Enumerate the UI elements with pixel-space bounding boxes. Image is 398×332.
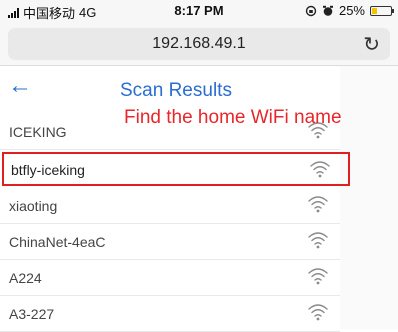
wifi-signal-icon <box>310 161 330 178</box>
wifi-signal-icon <box>308 268 328 285</box>
status-right: 25% <box>305 3 394 18</box>
browser-url-bar: 192.168.49.1 ↻ <box>0 22 398 66</box>
scan-results-panel: ← Scan Results ICEKING btfly-iceking xiaot… <box>0 66 350 332</box>
wifi-signal-icon <box>308 304 328 321</box>
reload-icon[interactable]: ↻ <box>363 32 380 57</box>
page-header: ← Scan Results <box>0 66 340 110</box>
status-bar: 中国移动 4G 8:17 PM 25% <box>0 0 398 22</box>
network-name: ICEKING <box>9 124 67 140</box>
url-text[interactable]: 192.168.49.1 <box>8 35 390 53</box>
highlighted-network-row[interactable]: btfly-iceking <box>2 152 350 186</box>
network-row[interactable]: ChinaNet-4eaC <box>0 224 340 260</box>
wifi-signal-icon <box>308 232 328 249</box>
annotation-text: Find the home WiFi name <box>124 107 342 128</box>
alarm-icon <box>322 5 333 16</box>
network-row[interactable]: A224 <box>0 260 340 296</box>
page-title: Scan Results <box>120 80 232 101</box>
wifi-signal-icon <box>308 196 328 213</box>
network-row[interactable]: A3-227 <box>0 296 340 332</box>
back-arrow-icon[interactable]: ← <box>8 74 32 98</box>
battery-level-fill <box>372 7 377 14</box>
page-body: ← Scan Results ICEKING btfly-iceking xiaot… <box>0 66 398 332</box>
battery-icon <box>370 5 394 16</box>
network-name: ChinaNet-4eaC <box>9 234 106 250</box>
battery-percent: 25% <box>338 3 365 18</box>
network-row[interactable]: xiaoting <box>0 188 340 224</box>
network-list: ICEKING btfly-iceking xiaoting ChinaNet-4ea… <box>0 114 350 332</box>
network-name: xiaoting <box>9 198 58 214</box>
network-name: A3-227 <box>9 306 55 322</box>
network-name: A224 <box>9 270 42 286</box>
network-name: btfly-iceking <box>11 162 85 178</box>
address-field[interactable]: 192.168.49.1 ↻ <box>8 28 390 60</box>
rotation-lock-icon <box>305 5 317 16</box>
